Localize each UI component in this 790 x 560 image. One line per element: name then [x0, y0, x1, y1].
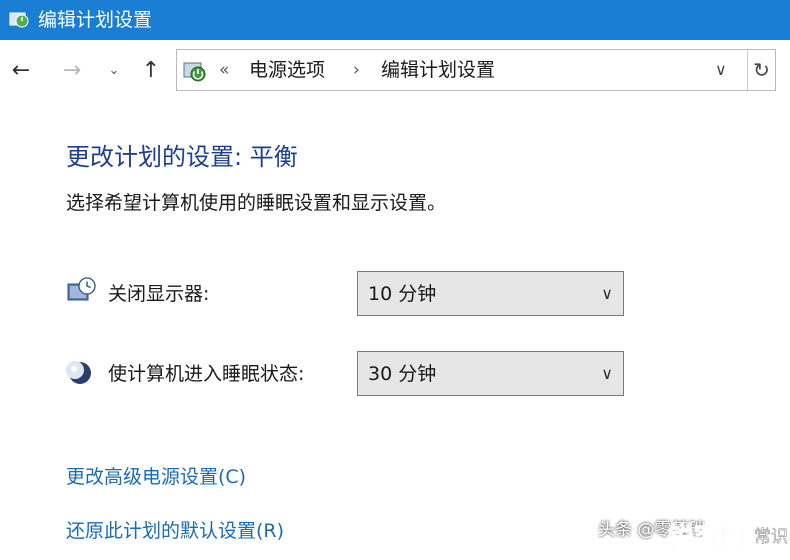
monitor-clock-icon: [67, 277, 96, 301]
chevron-down-icon: ∨: [601, 364, 613, 383]
address-bar[interactable]: « 电源选项 › 编辑计划设置 ∨ ↻: [176, 49, 776, 91]
restore-default-settings-link[interactable]: 还原此计划的默认设置(R): [66, 516, 284, 546]
address-dropdown-chevron-icon[interactable]: ∨: [715, 58, 727, 82]
page-title: 更改计划的设置: 平衡: [66, 143, 298, 171]
change-advanced-power-settings-link[interactable]: 更改高级电源设置(C): [66, 462, 246, 492]
watermark-logo: 锐客网 常识: [668, 522, 789, 554]
sleep-label: 使计算机进入睡眠状态:: [108, 363, 305, 385]
power-options-icon: [183, 62, 206, 82]
title-bar: 编辑计划设置: [0, 0, 790, 40]
page-description: 选择希望计算机使用的睡眠设置和显示设置。: [66, 192, 447, 214]
refresh-icon[interactable]: ↻: [747, 50, 775, 90]
turn-off-display-label: 关闭显示器:: [108, 283, 210, 305]
navigation-bar: ← → ⌄ ↑ « 电源选项 › 编辑计划设置 ∨ ↻: [0, 40, 790, 102]
sleep-value: 30 分钟: [368, 363, 437, 385]
sleep-select[interactable]: 30 分钟 ∨: [357, 351, 624, 396]
recent-locations-chevron-icon[interactable]: ⌄: [104, 56, 124, 86]
back-arrow-icon[interactable]: ←: [6, 56, 36, 86]
turn-off-display-value: 10 分钟: [368, 283, 437, 305]
svg-text:锐客网: 锐客网: [668, 522, 746, 553]
breadcrumb-separator[interactable]: ›: [353, 58, 360, 82]
breadcrumb-overflow[interactable]: «: [219, 58, 229, 82]
turn-off-display-select[interactable]: 10 分钟 ∨: [357, 271, 624, 316]
breadcrumb-power-options[interactable]: 电源选项: [249, 58, 325, 82]
svg-text:常识: 常识: [754, 527, 788, 547]
up-arrow-icon[interactable]: ↑: [136, 56, 166, 86]
forward-arrow-icon[interactable]: →: [57, 56, 87, 86]
moon-icon: [66, 361, 91, 384]
chevron-down-icon: ∨: [601, 284, 613, 303]
window-title: 编辑计划设置: [38, 9, 153, 31]
power-options-icon: [9, 12, 29, 28]
breadcrumb-edit-plan-settings[interactable]: 编辑计划设置: [381, 58, 495, 82]
